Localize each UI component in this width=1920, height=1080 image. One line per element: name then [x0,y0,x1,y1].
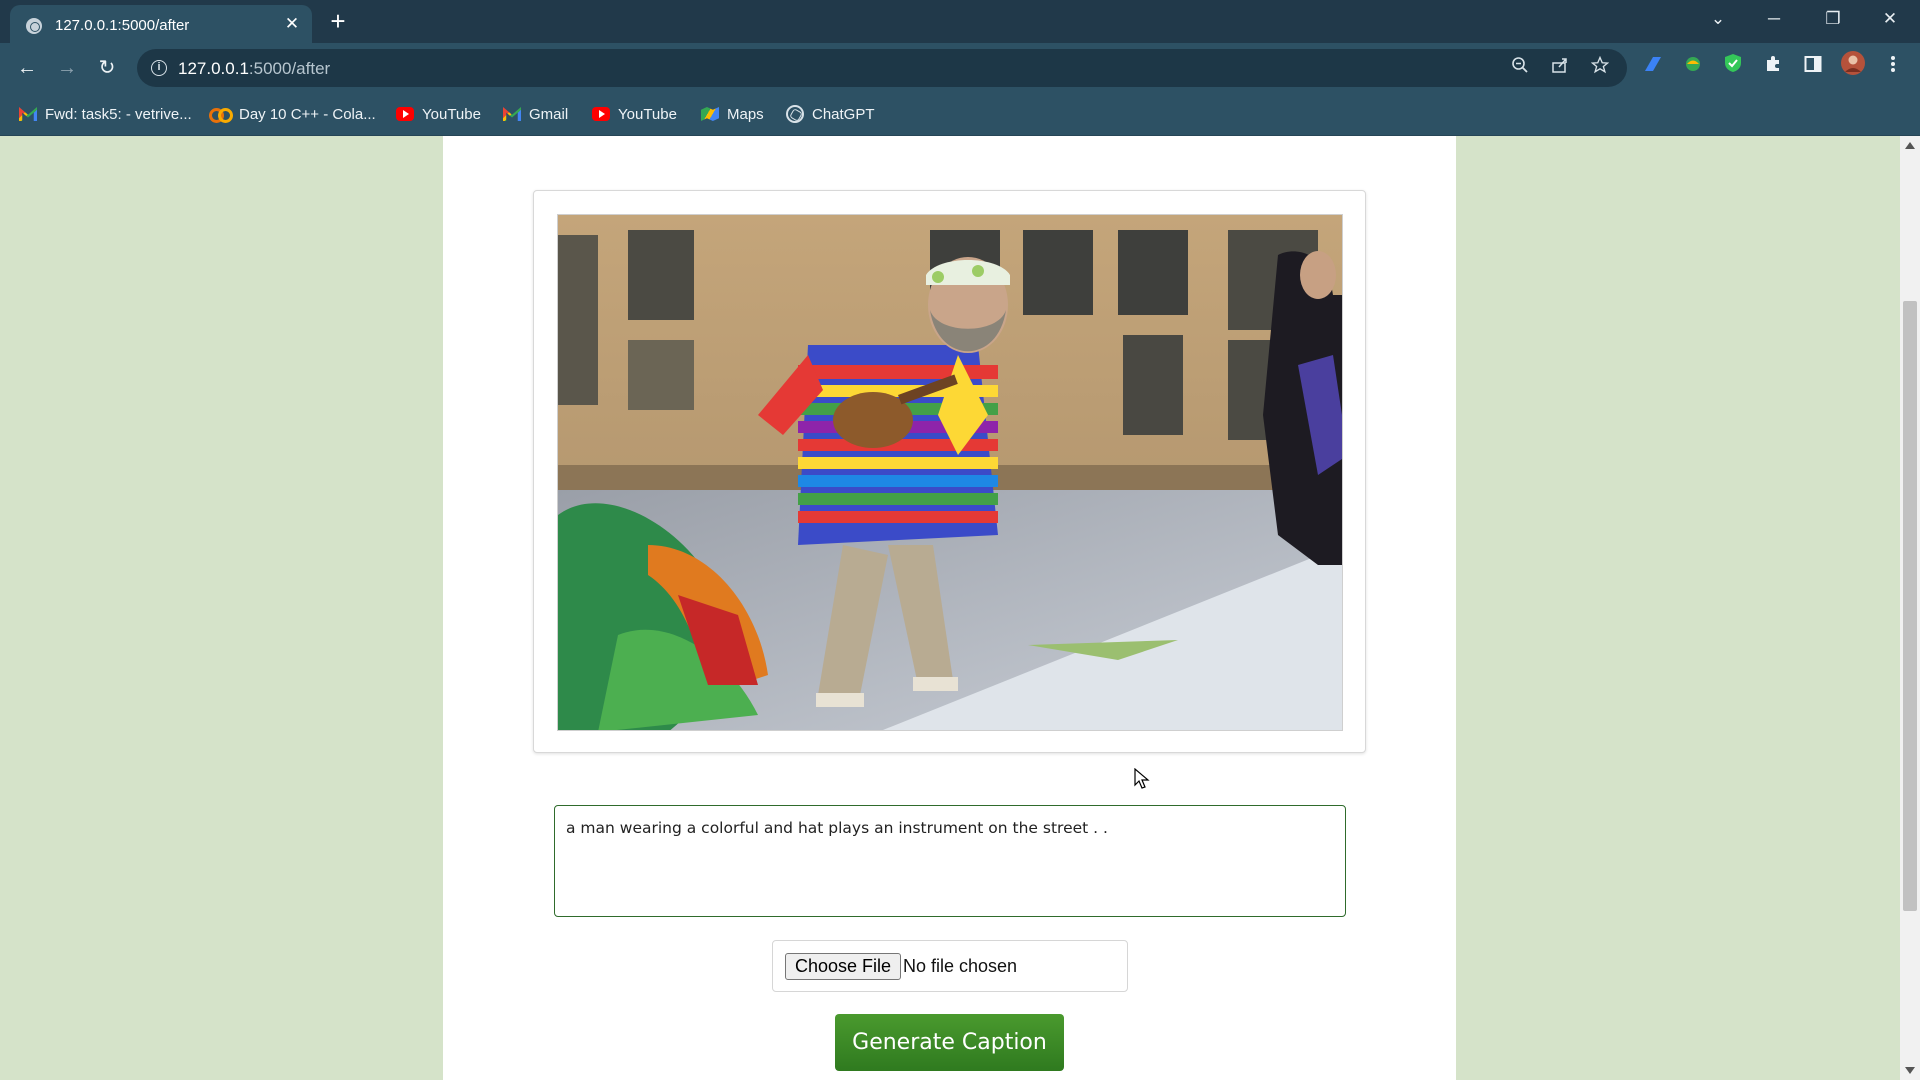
reload-button[interactable]: ↻ [90,51,124,85]
tab-close-icon[interactable]: ✕ [282,14,302,34]
address-bar[interactable]: i 127.0.0.1:5000/after [137,49,1627,87]
bookmark-youtube-2[interactable]: YouTube [592,103,677,125]
globe-icon [26,18,42,34]
extension-blue-icon[interactable] [1637,51,1669,85]
side-panel-icon[interactable] [1797,51,1829,85]
scroll-thumb[interactable] [1903,301,1917,911]
new-tab-button[interactable]: + [326,8,350,34]
colab-icon [209,107,233,123]
gmail-icon [503,107,521,121]
bookmark-gmail[interactable]: Gmail [503,103,568,125]
scroll-up-arrow-icon[interactable] [1905,142,1915,149]
page-scrollbar[interactable] [1900,136,1920,1080]
bookmark-label: YouTube [618,105,677,123]
bookmark-label: Maps [727,105,764,123]
shield-extension-icon[interactable] [1717,51,1749,85]
bookmark-star-icon[interactable] [1587,55,1613,81]
gmail-icon [19,107,37,121]
forward-button[interactable]: → [50,51,84,85]
bookmark-fwd-task5[interactable]: Fwd: task5: - vetrive... [19,103,192,125]
mouse-cursor-icon [1134,768,1150,789]
bookmark-label: ChatGPT [812,105,875,123]
bookmark-label: Day 10 C++ - Cola... [239,105,376,123]
browser-tab-strip: 127.0.0.1:5000/after ✕ + ⌄ ─ ❐ ✕ [0,0,1920,43]
kebab-menu-icon[interactable] [1877,51,1909,85]
minimize-button[interactable]: ─ [1756,4,1792,34]
uploaded-image-card [533,190,1366,753]
file-status: No file chosen [903,956,1018,976]
bookmark-label: YouTube [422,105,481,123]
browser-toolbar: ← → ↻ i 127.0.0.1:5000/after [0,43,1920,92]
tab-title: 127.0.0.1:5000/after [55,17,190,34]
main-container: a man wearing a colorful and hat plays a… [443,136,1456,1080]
file-input-wrapper: Choose File No file chosen [772,940,1128,992]
url-text[interactable]: 127.0.0.1:5000/after [178,59,330,79]
puzzle-icon[interactable] [1757,51,1789,85]
bookmark-label: Gmail [529,105,569,123]
share-icon[interactable] [1547,55,1573,81]
caption-output[interactable]: a man wearing a colorful and hat plays a… [554,805,1346,917]
youtube-icon [592,107,610,121]
bookmark-label: Fwd: task5: - vetrive... [45,105,192,123]
close-window-button[interactable]: ✕ [1872,4,1908,34]
restore-button[interactable]: ❐ [1815,4,1851,34]
choose-file-button[interactable]: Choose File [785,953,902,980]
bookmark-colab[interactable]: Day 10 C++ - Cola... [209,103,376,125]
back-button[interactable]: ← [10,51,44,85]
profile-avatar[interactable] [1837,51,1869,85]
bookmark-maps[interactable]: Maps [701,103,764,125]
extension-green-icon[interactable] [1677,51,1709,85]
browser-tab-active[interactable]: 127.0.0.1:5000/after ✕ [10,5,312,43]
site-info-icon[interactable]: i [151,60,167,76]
page-viewport: a man wearing a colorful and hat plays a… [0,136,1900,1080]
scroll-down-arrow-icon[interactable] [1905,1067,1915,1074]
bookmark-chatgpt[interactable]: ChatGPT [786,103,875,125]
youtube-icon [396,107,414,121]
zoom-icon[interactable] [1507,55,1533,81]
bookmarks-bar: Fwd: task5: - vetrive... Day 10 C++ - Co… [0,92,1920,136]
uploaded-photo [557,214,1343,731]
chatgpt-icon [786,105,804,123]
tab-search-icon[interactable]: ⌄ [1700,4,1736,34]
generate-caption-button[interactable]: Generate Caption [835,1014,1064,1071]
bookmark-youtube-1[interactable]: YouTube [396,103,481,125]
maps-icon [701,107,719,121]
